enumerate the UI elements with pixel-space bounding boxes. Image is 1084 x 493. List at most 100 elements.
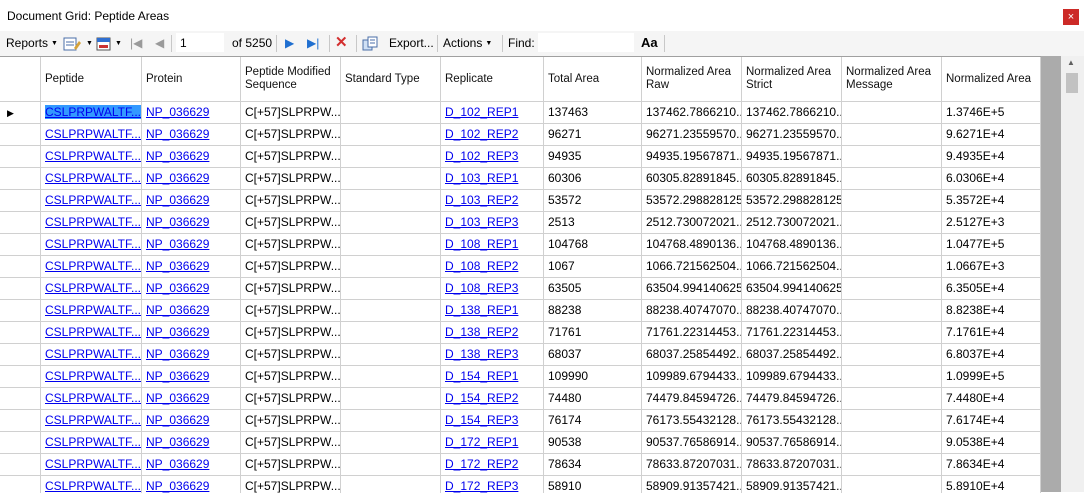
cell-normalized-area-raw[interactable]: 76173.55432128... xyxy=(642,410,742,432)
replicate-link[interactable]: D_138_REP2 xyxy=(445,325,518,339)
row-header[interactable] xyxy=(0,322,41,344)
peptide-link[interactable]: CSLPRPWALTF... xyxy=(45,457,141,471)
peptide-link[interactable]: CSLPRPWALTF... xyxy=(45,347,141,361)
cell-peptide[interactable]: CSLPRPWALTF... xyxy=(41,124,142,146)
cell-normalized-area-strict[interactable]: 137462.7866210... xyxy=(742,102,842,124)
cell-normalized-area-strict[interactable]: 2512.730072021... xyxy=(742,212,842,234)
protein-link[interactable]: NP_036629 xyxy=(146,171,209,185)
peptide-link[interactable]: CSLPRPWALTF... xyxy=(45,413,141,427)
cell-protein[interactable]: NP_036629 xyxy=(142,102,241,124)
cell-replicate[interactable]: D_154_REP3 xyxy=(441,410,544,432)
cell-normalized-area-message[interactable] xyxy=(842,432,942,454)
peptide-link[interactable]: CSLPRPWALTF... xyxy=(45,435,141,449)
row-header[interactable] xyxy=(0,212,41,234)
replicate-link[interactable]: D_102_REP2 xyxy=(445,127,518,141)
cell-peptide[interactable]: CSLPRPWALTF... xyxy=(41,212,142,234)
cell-standard-type[interactable] xyxy=(341,190,441,212)
cell-normalized-area-raw[interactable]: 109989.6794433... xyxy=(642,366,742,388)
cell-standard-type[interactable] xyxy=(341,410,441,432)
column-header-normalized-area-strict[interactable]: Normalized Area Strict xyxy=(742,57,842,102)
cell-standard-type[interactable] xyxy=(341,388,441,410)
cell-replicate[interactable]: D_102_REP2 xyxy=(441,124,544,146)
cell-normalized-area-strict[interactable]: 104768.4890136... xyxy=(742,234,842,256)
cell-peptide-modified-sequence[interactable]: C[+57]SLPRPW... xyxy=(241,124,341,146)
table-row[interactable]: CSLPRPWALTF... NP_036629 C[+57]SLPRPW... D_… xyxy=(0,168,1041,190)
protein-link[interactable]: NP_036629 xyxy=(146,127,209,141)
cell-normalized-area[interactable]: 1.0477E+5 xyxy=(942,234,1041,256)
protein-link[interactable]: NP_036629 xyxy=(146,149,209,163)
cell-normalized-area-message[interactable] xyxy=(842,454,942,476)
cell-normalized-area-message[interactable] xyxy=(842,234,942,256)
cell-total-area[interactable]: 94935 xyxy=(544,146,642,168)
cell-normalized-area-message[interactable] xyxy=(842,168,942,190)
cell-peptide[interactable]: CSLPRPWALTF... xyxy=(41,256,142,278)
cell-replicate[interactable]: D_108_REP3 xyxy=(441,278,544,300)
cell-normalized-area-raw[interactable]: 90537.76586914... xyxy=(642,432,742,454)
column-header-protein[interactable]: Protein xyxy=(142,57,241,102)
cell-total-area[interactable]: 104768 xyxy=(544,234,642,256)
cell-normalized-area[interactable]: 7.4480E+4 xyxy=(942,388,1041,410)
table-row[interactable]: CSLPRPWALTF... NP_036629 C[+57]SLPRPW... D_… xyxy=(0,278,1041,300)
column-header-replicate[interactable]: Replicate xyxy=(441,57,544,102)
row-header[interactable] xyxy=(0,410,41,432)
cell-protein[interactable]: NP_036629 xyxy=(142,190,241,212)
peptide-link[interactable]: CSLPRPWALTF... xyxy=(45,303,141,317)
previous-record-icon[interactable]: ◀ xyxy=(155,31,164,56)
cell-replicate[interactable]: D_172_REP3 xyxy=(441,476,544,493)
column-header-normalized-area[interactable]: Normalized Area xyxy=(942,57,1041,102)
peptide-link[interactable]: CSLPRPWALTF... xyxy=(45,171,141,185)
cell-peptide-modified-sequence[interactable]: C[+57]SLPRPW... xyxy=(241,190,341,212)
cell-normalized-area[interactable]: 2.5127E+3 xyxy=(942,212,1041,234)
font-size-icon[interactable]: Aa xyxy=(641,31,658,56)
replicate-link[interactable]: D_154_REP1 xyxy=(445,369,518,383)
row-header[interactable] xyxy=(0,190,41,212)
protein-link[interactable]: NP_036629 xyxy=(146,281,209,295)
reports-dropdown[interactable]: Reports ▼ xyxy=(6,31,58,56)
cell-standard-type[interactable] xyxy=(341,212,441,234)
cell-standard-type[interactable] xyxy=(341,102,441,124)
peptide-link[interactable]: CSLPRPWALTF... xyxy=(45,237,141,251)
cell-normalized-area-strict[interactable]: 71761.22314453... xyxy=(742,322,842,344)
cell-peptide[interactable]: CSLPRPWALTF... xyxy=(41,300,142,322)
cell-replicate[interactable]: D_154_REP2 xyxy=(441,388,544,410)
protein-link[interactable]: NP_036629 xyxy=(146,435,209,449)
cell-peptide-modified-sequence[interactable]: C[+57]SLPRPW... xyxy=(241,366,341,388)
cell-normalized-area-strict[interactable]: 88238.40747070... xyxy=(742,300,842,322)
cell-normalized-area-message[interactable] xyxy=(842,124,942,146)
cell-replicate[interactable]: D_103_REP2 xyxy=(441,190,544,212)
protein-link[interactable]: NP_036629 xyxy=(146,413,209,427)
cell-peptide-modified-sequence[interactable]: C[+57]SLPRPW... xyxy=(241,300,341,322)
cell-replicate[interactable]: D_138_REP3 xyxy=(441,344,544,366)
cell-protein[interactable]: NP_036629 xyxy=(142,300,241,322)
cell-normalized-area-strict[interactable]: 90537.76586914... xyxy=(742,432,842,454)
replicate-link[interactable]: D_172_REP2 xyxy=(445,457,518,471)
protein-link[interactable]: NP_036629 xyxy=(146,215,209,229)
protein-link[interactable]: NP_036629 xyxy=(146,391,209,405)
cell-total-area[interactable]: 60306 xyxy=(544,168,642,190)
protein-link[interactable]: NP_036629 xyxy=(146,105,209,119)
row-header[interactable] xyxy=(0,124,41,146)
cell-normalized-area-raw[interactable]: 53572.298828125 xyxy=(642,190,742,212)
column-header-total-area[interactable]: Total Area xyxy=(544,57,642,102)
cell-normalized-area-strict[interactable]: 78633.87207031... xyxy=(742,454,842,476)
table-row[interactable]: CSLPRPWALTF... NP_036629 C[+57]SLPRPW... D_… xyxy=(0,432,1041,454)
cell-normalized-area-message[interactable] xyxy=(842,146,942,168)
cell-normalized-area-strict[interactable]: 63504.994140625 xyxy=(742,278,842,300)
cell-replicate[interactable]: D_102_REP3 xyxy=(441,146,544,168)
cell-normalized-area-message[interactable] xyxy=(842,300,942,322)
cell-normalized-area-raw[interactable]: 74479.84594726... xyxy=(642,388,742,410)
cell-replicate[interactable]: D_108_REP2 xyxy=(441,256,544,278)
table-row[interactable]: CSLPRPWALTF... NP_036629 C[+57]SLPRPW... D_… xyxy=(0,454,1041,476)
cell-replicate[interactable]: D_103_REP3 xyxy=(441,212,544,234)
replicate-link[interactable]: D_102_REP1 xyxy=(445,105,518,119)
cell-peptide-modified-sequence[interactable]: C[+57]SLPRPW... xyxy=(241,212,341,234)
table-row[interactable]: CSLPRPWALTF... NP_036629 C[+57]SLPRPW... D_… xyxy=(0,410,1041,432)
cell-protein[interactable]: NP_036629 xyxy=(142,366,241,388)
cell-normalized-area[interactable]: 9.0538E+4 xyxy=(942,432,1041,454)
copy-icon[interactable] xyxy=(362,31,380,56)
actions-dropdown[interactable]: Actions ▼ xyxy=(443,31,492,56)
cell-peptide[interactable]: CSLPRPWALTF... xyxy=(41,366,142,388)
next-record-icon[interactable]: ▶ xyxy=(285,31,294,56)
cell-protein[interactable]: NP_036629 xyxy=(142,146,241,168)
cell-normalized-area-message[interactable] xyxy=(842,102,942,124)
